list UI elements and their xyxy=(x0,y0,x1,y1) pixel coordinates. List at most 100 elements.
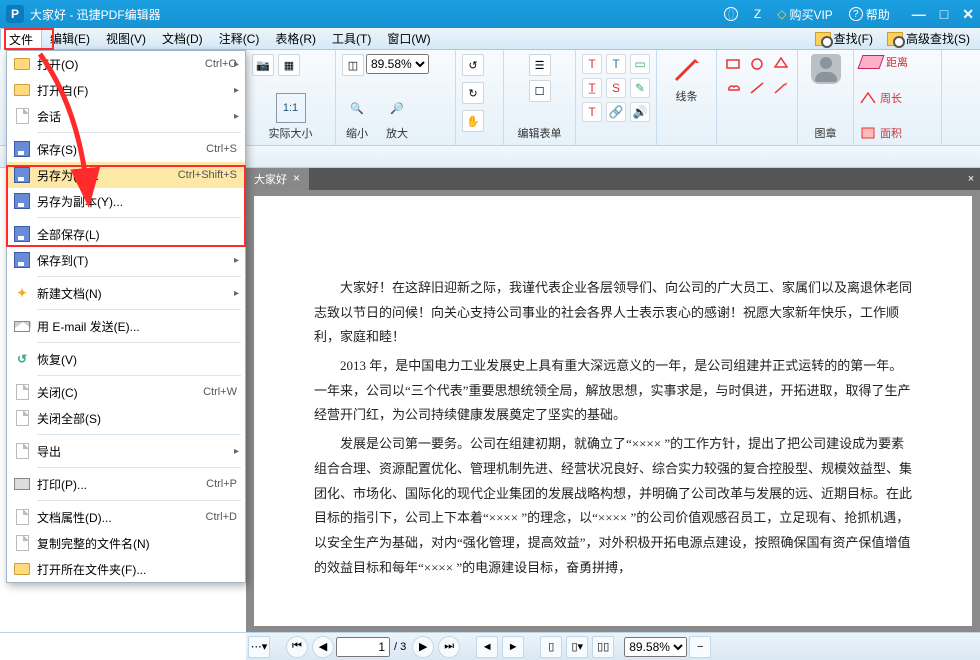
link-icon[interactable]: 🔗 xyxy=(606,102,626,122)
maximize-button[interactable]: □ xyxy=(940,6,948,23)
doc-para-3: 发展是公司第一要务。公司在组建初期，就确立了“×××× ”的工作方针，提出了把公… xyxy=(314,432,912,580)
menu-props[interactable]: 文档属性(D)...Ctrl+D xyxy=(7,504,245,530)
pencil-icon xyxy=(672,54,702,84)
menu-comment[interactable]: 注释(C) xyxy=(211,28,268,49)
ribbon-group-scale: ◫ 89.58% 🔍 缩小 🔎 放大 xyxy=(336,50,456,145)
menu-revert[interactable]: ↺恢复(V) xyxy=(7,346,245,372)
perim-label[interactable]: 周长 xyxy=(880,90,902,106)
menu-edit[interactable]: 编辑(E) xyxy=(42,28,98,49)
user-label[interactable]: Z xyxy=(754,7,761,21)
zoom-in-button[interactable]: 🔎 放大 xyxy=(382,93,412,141)
doc-tab[interactable]: 大家好 × xyxy=(246,168,309,190)
rotate-left-icon[interactable]: ↺ xyxy=(462,54,484,76)
status-zoom-select[interactable]: 89.58% xyxy=(624,637,687,657)
form-select-icon[interactable]: ☐ xyxy=(529,80,551,102)
menu-reveal[interactable]: 打开所在文件夹(F)... xyxy=(7,556,245,582)
menu-new-doc[interactable]: ✦新建文档(N) xyxy=(7,280,245,306)
highlight-icon[interactable]: ▭ xyxy=(630,54,650,74)
underline-icon[interactable]: T̲ xyxy=(582,78,602,98)
edit-form-button[interactable]: 编辑表单 xyxy=(510,125,569,141)
menu-table[interactable]: 表格(R) xyxy=(267,28,324,49)
zoom-select[interactable]: 89.58% xyxy=(366,54,429,74)
close-all-tabs-icon[interactable]: × xyxy=(962,168,980,190)
menu-save-to[interactable]: 保存到(T) xyxy=(7,247,245,273)
shape-line-icon[interactable] xyxy=(747,78,767,98)
menu-file[interactable]: 文件 xyxy=(0,28,42,50)
menu-view[interactable]: 视图(V) xyxy=(98,28,154,49)
shape-poly-icon[interactable] xyxy=(771,54,791,74)
continuous-button[interactable]: ▯▾ xyxy=(566,636,588,658)
close-button[interactable]: ✕ xyxy=(962,6,974,23)
menu-bar: 文件 编辑(E) 视图(V) 文档(D) 注释(C) 表格(R) 工具(T) 窗… xyxy=(0,28,980,50)
minimize-button[interactable]: — xyxy=(912,6,926,23)
options-button[interactable]: ⋯▾ xyxy=(248,636,270,658)
menu-session[interactable]: 会话 xyxy=(7,103,245,129)
close-all-icon xyxy=(16,410,29,426)
snapshot-icon[interactable]: ▦ xyxy=(278,54,300,76)
facing-button[interactable]: ▯▯ xyxy=(592,636,614,658)
tab-close-icon[interactable]: × xyxy=(293,171,305,185)
menu-tools[interactable]: 工具(T) xyxy=(324,28,379,49)
advanced-find-button[interactable]: 高级查找(S) xyxy=(883,30,974,47)
help-button[interactable]: ?帮助 xyxy=(849,6,890,23)
shape-arrow-icon[interactable] xyxy=(771,78,791,98)
help-label: 帮助 xyxy=(866,6,890,23)
zoom-out-icon: 🔍 xyxy=(342,93,372,123)
status-bar: ⋯▾ ⏮ ◀ / 3 ▶ ⏭ ◄ ► ▯ ▯▾ ▯▯ 89.58% − xyxy=(0,632,980,660)
menu-open[interactable]: 打开(O)Ctrl+O xyxy=(7,51,245,77)
menu-close-all[interactable]: 关闭全部(S) xyxy=(7,405,245,431)
area-label[interactable]: 面积 xyxy=(880,125,902,141)
find-button[interactable]: 查找(F) xyxy=(811,30,877,47)
note-icon[interactable]: ✎ xyxy=(630,78,650,98)
nav-fwd-button[interactable]: ► xyxy=(502,636,524,658)
shape-circle-icon[interactable] xyxy=(747,54,767,74)
callout-icon[interactable]: T xyxy=(582,102,602,122)
copy-name-icon xyxy=(16,535,29,551)
first-page-button[interactable]: ⏮ xyxy=(286,636,308,658)
next-page-button[interactable]: ▶ xyxy=(412,636,434,658)
prev-page-button[interactable]: ◀ xyxy=(312,636,334,658)
single-page-button[interactable]: ▯ xyxy=(540,636,562,658)
menu-email[interactable]: 用 E-mail 发送(E)... xyxy=(7,313,245,339)
stamp-avatar-icon[interactable] xyxy=(811,54,841,84)
shape-rect-icon[interactable] xyxy=(723,54,743,74)
sync-icon[interactable] xyxy=(724,7,738,21)
text-box-icon[interactable]: T xyxy=(582,54,602,74)
doc-tab-label: 大家好 xyxy=(254,171,287,187)
buy-vip-button[interactable]: ◇购买VIP xyxy=(777,6,833,23)
rotate-right-icon[interactable]: ↻ xyxy=(462,82,484,104)
hand-icon[interactable]: ✋ xyxy=(462,110,484,132)
nav-back-button[interactable]: ◄ xyxy=(476,636,498,658)
area-icon[interactable] xyxy=(860,126,876,140)
text-tool-icon[interactable]: T xyxy=(606,54,626,74)
strike-icon[interactable]: S xyxy=(606,78,626,98)
menu-save-as[interactable]: 另存为(A)...Ctrl+Shift+S xyxy=(7,162,245,188)
audio-icon[interactable]: 🔊 xyxy=(630,102,650,122)
eraser-icon[interactable] xyxy=(857,55,884,69)
menu-print[interactable]: 打印(P)...Ctrl+P xyxy=(7,471,245,497)
ribbon-group-form: ☰ ☐ 编辑表单 xyxy=(504,50,576,145)
find-icon xyxy=(815,32,831,46)
zoom-dec-button[interactable]: − xyxy=(689,636,711,658)
title-bar: P 大家好 - 迅捷PDF编辑器 Z ◇购买VIP ?帮助 — □ ✕ xyxy=(0,0,980,28)
menu-save[interactable]: 保存(S)Ctrl+S xyxy=(7,136,245,162)
last-page-button[interactable]: ⏭ xyxy=(438,636,460,658)
actual-size-button[interactable]: 1:1 实际大小 xyxy=(252,93,329,141)
menu-save-all[interactable]: 全部保存(L) xyxy=(7,221,245,247)
menu-export[interactable]: 导出 xyxy=(7,438,245,464)
shape-cloud-icon[interactable] xyxy=(723,78,743,98)
menu-copy-name[interactable]: 复制完整的文件名(N) xyxy=(7,530,245,556)
camera-icon[interactable]: 📷 xyxy=(252,54,274,76)
zoom-out-button[interactable]: 🔍 缩小 xyxy=(342,93,372,141)
page-number-input[interactable] xyxy=(336,637,390,657)
dist-label[interactable]: 距离 xyxy=(886,54,908,70)
lines-label: 线条 xyxy=(676,88,698,104)
fit-page-icon[interactable]: ◫ xyxy=(342,54,364,76)
menu-close[interactable]: 关闭(C)Ctrl+W xyxy=(7,379,245,405)
form-list-icon[interactable]: ☰ xyxy=(529,54,551,76)
menu-open-from[interactable]: 打开自(F) xyxy=(7,77,245,103)
perimeter-icon[interactable] xyxy=(860,91,876,105)
menu-window[interactable]: 窗口(W) xyxy=(379,28,438,49)
menu-document[interactable]: 文档(D) xyxy=(154,28,211,49)
menu-save-copy[interactable]: 另存为副本(Y)... xyxy=(7,188,245,214)
